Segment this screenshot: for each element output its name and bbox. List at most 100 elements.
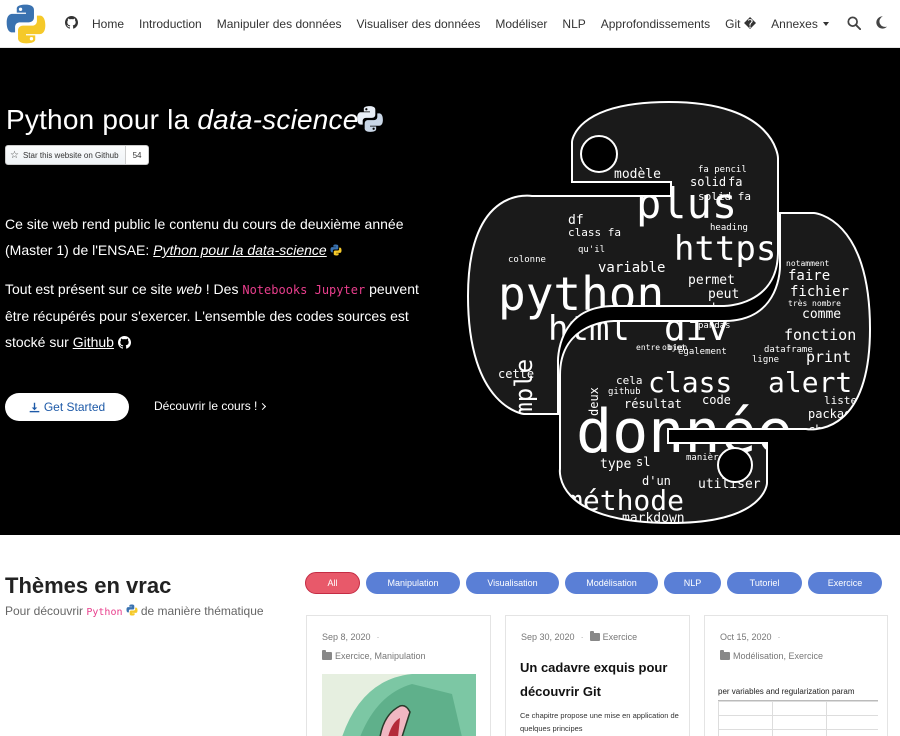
card-thumbnail[interactable]: per variables and regularization param — [718, 687, 878, 736]
course-link[interactable]: Python pour la data-science — [153, 242, 327, 258]
hero-notebooks-text: Tout est présent sur ce site web ! Des N… — [5, 276, 445, 355]
nav-nlp[interactable]: NLP — [562, 17, 585, 31]
hero-title-em: data-science — [197, 104, 359, 135]
nav-modeliser[interactable]: Modéliser — [495, 17, 547, 31]
nav-approfondissements[interactable]: Approfondissements — [601, 17, 710, 31]
cloud-word: permet — [688, 273, 735, 288]
card-tags-text[interactable]: Modélisation, Exercice — [733, 651, 823, 661]
card-date: Sep 30, 2020 · Exercice — [521, 631, 638, 642]
python-code: Python — [86, 607, 123, 618]
python-logo-icon — [125, 604, 138, 616]
nav-manipuler[interactable]: Manipuler des données — [217, 17, 342, 31]
github-icon[interactable] — [65, 16, 78, 29]
cloud-word: fa — [728, 175, 742, 189]
nav-annexes-label: Annexes — [771, 17, 818, 31]
python-wordcloud-image: plus python https html div donnée class … — [466, 100, 872, 525]
cloud-word: liste — [824, 394, 857, 407]
hero-section: Python pour la data-science ☆ Star this w… — [0, 48, 900, 535]
cloud-word: modèle — [614, 167, 661, 182]
nav-annexes[interactable]: Annexes — [771, 17, 829, 31]
hero-title: Python pour la data-science — [6, 104, 359, 136]
cloud-word: comme — [802, 307, 841, 322]
card-table-grid — [718, 700, 878, 736]
cloud-word: deux — [587, 387, 601, 416]
card-title[interactable]: Un cadavre exquis pour découvrir Git — [520, 656, 680, 704]
card-date: Sep 8, 2020 · — [322, 632, 386, 642]
card-date-separator: · — [376, 632, 380, 642]
cloud-word: colonne — [508, 255, 546, 265]
cloud-word: résultat — [624, 397, 682, 411]
filter-visualisation[interactable]: Visualisation — [466, 572, 559, 594]
github-star-widget[interactable]: ☆ Star this website on Github 54 — [5, 145, 150, 165]
card-date-text: Oct 15, 2020 — [720, 632, 772, 642]
nav-home[interactable]: Home — [92, 17, 124, 31]
cloud-word: notamment — [786, 259, 830, 268]
moon-icon[interactable] — [874, 15, 888, 30]
card-date-text: Sep 30, 2020 — [521, 632, 575, 642]
cloud-word: cela — [616, 374, 643, 387]
hero-intro-text: Ce site web rend public le contenu du co… — [5, 211, 445, 263]
themes-sub-part: de manière thématique — [137, 604, 264, 618]
search-icon[interactable] — [847, 16, 861, 30]
nav-visualiser[interactable]: Visualiser des données — [357, 17, 481, 31]
cloud-word: très — [788, 298, 807, 308]
cloud-word: solid — [690, 175, 726, 189]
filter-manipulation[interactable]: Manipulation — [366, 572, 460, 594]
filter-all[interactable]: All — [305, 572, 360, 594]
card-date: Oct 15, 2020 · — [720, 632, 787, 642]
card-tags-text[interactable]: Exercice, Manipulation — [335, 651, 426, 661]
cloud-word: variable — [598, 260, 665, 276]
cloud-word: bien — [668, 343, 687, 352]
themes-sub-part: Pour découvrir — [5, 604, 87, 618]
github-link[interactable]: Github — [73, 334, 114, 350]
cloud-word: peut — [708, 287, 739, 302]
notebooks-code: Notebooks Jupyter — [242, 283, 366, 297]
card-thumbnail-art — [322, 674, 476, 736]
get-started-label: Get Started — [43, 400, 106, 414]
cloud-word: html — [548, 309, 630, 349]
card-excerpt: Ce chapitre propose une mise en applicat… — [520, 711, 679, 733]
hero-title-prefix: Python pour la — [6, 104, 198, 135]
python-logo-icon — [357, 106, 383, 132]
card-date-separator: · — [777, 632, 781, 642]
post-card[interactable]: Sep 30, 2020 · Exercice Un cadavre exquis … — [505, 615, 690, 736]
post-card[interactable]: Oct 15, 2020 · Modélisation, Exercice per… — [704, 615, 888, 736]
cloud-word: github — [608, 387, 641, 397]
cloud-word: ligne — [752, 355, 779, 365]
discover-course-label: Découvrir le cours ! — [154, 399, 258, 413]
nav-menu: Home Introduction Manipuler des données … — [92, 0, 844, 48]
filter-exercice[interactable]: Exercice — [808, 572, 882, 594]
cloud-word: code — [702, 393, 731, 407]
themes-subtitle: Pour découvrir Python de manière thémati… — [5, 604, 264, 618]
python-logo-icon[interactable] — [4, 3, 48, 45]
github-star-label: Star this website on Github — [22, 150, 119, 160]
card-thumbnail[interactable] — [322, 674, 476, 736]
card-tags: Modélisation, Exercice — [720, 650, 823, 661]
github-icon[interactable] — [117, 336, 131, 349]
cloud-word: base — [712, 301, 741, 315]
themes-title: Thèmes en vrac — [5, 573, 172, 598]
nav-introduction[interactable]: Introduction — [139, 17, 202, 31]
get-started-button[interactable]: Get Started — [5, 393, 129, 421]
filter-tutoriel[interactable]: Tutoriel — [727, 572, 802, 594]
cloud-word: pandas — [698, 321, 731, 331]
star-icon: ☆ — [10, 149, 19, 161]
hero-text-part: Tout est présent sur ce site — [5, 281, 177, 297]
card-tags-text[interactable]: Exercice — [603, 632, 638, 642]
discover-course-link[interactable]: Découvrir le cours ! — [154, 399, 267, 413]
github-star-button[interactable]: ☆ Star this website on Github — [5, 145, 126, 165]
filter-modelisation[interactable]: Modélisation — [565, 572, 658, 594]
github-star-count[interactable]: 54 — [125, 145, 150, 165]
cloud-word: https — [674, 229, 776, 269]
chevron-right-icon — [259, 402, 267, 411]
hero-text-part: ! Des — [201, 281, 243, 297]
post-card[interactable]: Sep 8, 2020 · Exercice, Manipulation — [306, 615, 491, 736]
card-tags: Exercice, Manipulation — [322, 650, 426, 661]
cloud-word: fonction — [784, 326, 856, 344]
nav-git[interactable]: Git � — [725, 17, 756, 31]
card-date-separator: · — [580, 632, 584, 642]
cloud-word: fichier — [790, 284, 849, 300]
cloud-word: sl — [636, 455, 650, 469]
filter-nlp[interactable]: NLP — [664, 572, 721, 594]
card-date-text: Sep 8, 2020 — [322, 632, 371, 642]
